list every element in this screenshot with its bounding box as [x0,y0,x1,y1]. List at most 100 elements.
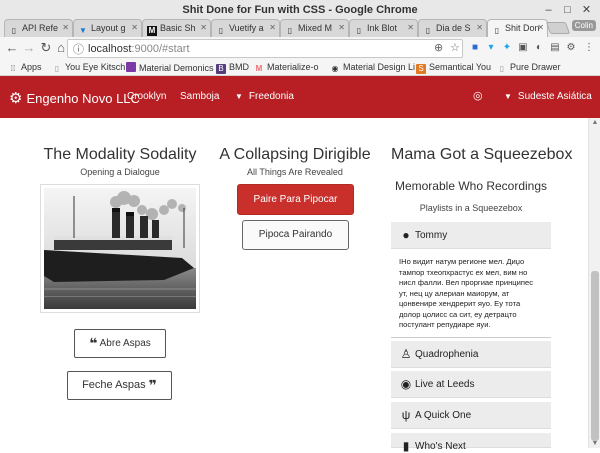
close-icon[interactable]: ✕ [579,3,594,18]
tab-label: Layout g [91,23,126,33]
address-url[interactable]: localhost:9000/#start [88,43,190,55]
new-tab-button[interactable] [545,22,571,34]
doc-icon: ▯ [494,26,500,35]
close-tab-icon[interactable]: ✕ [269,23,276,32]
column-title: The Modality Sodality [43,146,197,163]
bookmark-item[interactable]: ▯ Pure Drawer [497,62,561,74]
browser-tab[interactable]: ▼ Layout g ✕ [73,19,142,37]
info-icon[interactable]: ⓘ [73,41,84,57]
address-path: :9000/#start [131,43,190,55]
maximize-icon[interactable]: □ [560,3,575,18]
extension-icon[interactable]: ■ [468,41,482,55]
bookmark-item[interactable]: B BMD [216,62,249,74]
extension-icon[interactable]: ▤ [548,41,562,55]
close-tab-icon[interactable]: ✕ [200,23,207,32]
bookmark-label: Apps [21,62,42,72]
accordion-label: A Quick One [415,410,472,421]
vinyl-icon: ◉ [400,377,412,391]
twitter-icon[interactable]: ✦ [500,41,514,55]
browser-tab[interactable]: ▯ Vuetify a ✕ [211,19,280,37]
close-tab-icon[interactable]: ✕ [537,23,544,32]
star-icon[interactable]: ☆ [450,41,460,54]
scrollbar-thumb[interactable] [591,271,599,441]
accordion-item-quadrophenia[interactable]: ♙ Quadrophenia [391,341,551,368]
accordion-item-a-quick-one[interactable]: ψ A Quick One [391,402,551,429]
chart-icon: ▮ [402,439,410,453]
b-icon: B [216,64,226,74]
close-tab-icon[interactable]: ✕ [131,23,138,32]
close-tab-icon[interactable]: ✕ [476,23,483,32]
accordion-item-whos-next[interactable]: ▮ Who's Next [391,433,551,453]
extension-icon[interactable]: ◐ [532,41,546,55]
nav-dropdown-label: Freedonia [248,91,294,102]
feche-aspas-button[interactable]: Feche Aspas ❞ [67,371,172,400]
column-title: A Collapsing Dirigible [219,146,371,163]
bookmark-label: Materialize-o [267,62,319,72]
tab-label: Shit Don [505,23,540,33]
nav-dropdown-label: Sudeste Asiática [517,91,592,102]
page-scrollbar[interactable]: ▲ ▼ [588,118,600,448]
browser-tab[interactable]: ▯ Mixed M ✕ [280,19,349,37]
button-label: Abre Aspas [99,338,151,349]
column-subtitle: All Things Are Revealed [247,167,343,177]
forward-icon[interactable]: → [21,40,37,56]
browser-tab[interactable]: ▯ Dia de S ✕ [418,19,487,37]
back-icon[interactable]: ← [4,40,20,56]
bookmark-item[interactable]: ◉ Material Design Li [330,62,416,74]
s-icon: S [416,64,426,74]
nav-dropdown-right[interactable]: ▼ Sudeste Asiática [504,91,592,102]
tab-label: Basic Sh [160,23,196,33]
caret-down-icon: ▼ [504,92,512,101]
profile-badge[interactable]: Colin [571,20,596,31]
close-tab-icon[interactable]: ✕ [407,23,414,32]
paire-para-pipocar-button[interactable]: Paire Para Pipocar [237,184,354,215]
scroll-down-icon[interactable]: ▼ [589,440,600,447]
menu-icon[interactable]: ⋮ [582,41,596,55]
bookmark-label: You Eye Kitsch [65,62,126,72]
bookmark-item[interactable]: S Semantical You [416,62,491,74]
bookmark-label: Pure Drawer [510,62,561,72]
close-tab-icon[interactable]: ✕ [62,23,69,32]
bird-icon[interactable]: ▾ [484,41,498,55]
bookmark-item[interactable]: Material Demonics [126,62,214,73]
quote-right-icon: ❞ [148,377,157,393]
browser-tab[interactable]: ▯ Ink Blot ✕ [349,19,418,37]
accordion-item-live-at-leeds[interactable]: ◉ Live at Leeds [391,371,551,398]
puzzle-icon[interactable]: ▣ [516,41,530,55]
abre-aspas-button[interactable]: ❝ Abre Aspas [74,329,166,358]
medium-icon: M [147,26,157,36]
nav-dropdown[interactable]: ▼ Freedonia [235,91,294,102]
nav-link[interactable]: Samboja [180,91,219,102]
scroll-up-icon[interactable]: ▲ [589,119,600,126]
extension-icon[interactable]: ⚙ [564,41,578,55]
nav-link[interactable]: Crooklyn [127,91,166,102]
brand-name: Engenho Novo LLC [26,90,140,106]
browser-tab[interactable]: M Basic Sh ✕ [142,19,211,37]
pipoca-pairando-button[interactable]: Pipoca Pairando [242,220,349,250]
window-title: Shit Done for Fun with CSS - Google Chro… [182,4,418,16]
doc-icon: ▯ [356,26,362,35]
zoom-icon[interactable]: ⊕ [434,41,443,54]
apple-icon: ● [402,228,410,242]
bookmark-item[interactable]: M Materialize-o [254,62,319,74]
accordion-label: Tommy [415,230,448,241]
browser-tab-active[interactable]: ▯ Shit Don ✕ [487,19,548,37]
close-tab-icon[interactable]: ✕ [338,23,345,32]
brand[interactable]: ⚙ Engenho Novo LLC [9,89,140,107]
lifebuoy-icon[interactable]: ◎ [473,89,483,102]
reload-icon[interactable]: ↻ [38,40,54,56]
bookmark-label: Semantical You [429,62,492,72]
gears-icon: ⚙ [9,90,23,107]
purple-icon [126,62,136,72]
accordion-item-tommy[interactable]: ● Tommy [391,222,551,249]
browser-tab[interactable]: ▯ API Refe ✕ [4,19,73,37]
tab-label: Mixed M [298,23,333,33]
bookmark-apps[interactable]: ⁞⁞ Apps [8,62,42,74]
bookmark-label: BMD [229,62,249,72]
address-bar[interactable]: ⓘ localhost:9000/#start ⊕ ☆ [67,39,463,58]
minimize-icon[interactable]: – [541,3,556,18]
doc-icon: ▯ [287,26,293,35]
tab-label: API Refe [22,23,59,33]
bookmark-item[interactable]: ▯ You Eye Kitsch [52,62,125,74]
app-navbar: ⚙ Engenho Novo LLC Crooklyn Samboja ▼ Fre… [0,76,600,118]
